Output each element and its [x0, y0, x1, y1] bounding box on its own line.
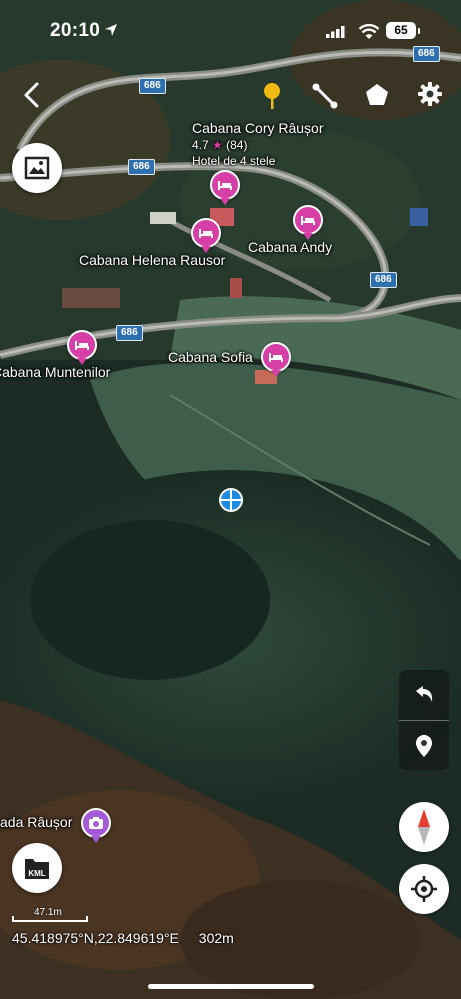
- altitude: 302m: [198, 930, 234, 946]
- back-chevron-icon[interactable]: [22, 82, 42, 108]
- poi-label-muntenilor[interactable]: Cabana Muntenilor: [0, 364, 110, 380]
- wifi-icon: [358, 24, 380, 39]
- camera-icon: [89, 817, 103, 829]
- bed-icon: [75, 341, 89, 350]
- location-arrow-icon: [105, 24, 117, 36]
- yellow-pin-icon[interactable]: [262, 82, 282, 110]
- compass-button[interactable]: [399, 802, 449, 852]
- poi-rating-value: 4.7: [192, 138, 209, 152]
- hotel-pin-cory[interactable]: [210, 170, 240, 205]
- poi-label-rausor[interactable]: ada Râușor: [0, 814, 72, 830]
- poi-label-sofia[interactable]: Cabana Sofia: [168, 349, 253, 365]
- bed-icon: [199, 229, 213, 238]
- scale-bar-line: [12, 916, 88, 922]
- waterfall-pin-rausor[interactable]: [81, 808, 111, 843]
- compass-icon: [418, 809, 430, 845]
- kml-label: KML: [28, 869, 45, 878]
- undo-icon: [416, 686, 433, 702]
- poi-label-andy[interactable]: Cabana Andy: [248, 239, 332, 255]
- poi-category: Hotel de 4 stele: [192, 154, 276, 168]
- image-icon: [24, 156, 50, 180]
- poi-label-helena[interactable]: Cabana Helena Rausor: [79, 252, 225, 268]
- gear-icon[interactable]: [417, 81, 443, 107]
- locate-me-button[interactable]: [399, 864, 449, 914]
- folder-icon: KML: [25, 859, 49, 879]
- location-pin-button[interactable]: [399, 722, 449, 770]
- crosshair-icon: [411, 876, 437, 902]
- coordinates-readout: 45.418975°N,22.849619°E 302m: [12, 930, 234, 946]
- bed-icon: [269, 353, 283, 362]
- road-badge: 686: [139, 78, 166, 94]
- poi-review-count: (84): [226, 138, 248, 152]
- hotel-pin-muntenilor[interactable]: [67, 330, 97, 365]
- poi-label-cory[interactable]: Cabana Cory Râușor: [192, 120, 324, 136]
- image-overlay-button[interactable]: [12, 143, 62, 193]
- cellular-signal-icon: [326, 26, 345, 38]
- star-icon: ★: [212, 138, 223, 152]
- side-control-panel: [399, 670, 449, 770]
- scale-bar: 47.1m: [12, 907, 88, 922]
- battery-indicator: 65: [386, 22, 420, 39]
- path-icon[interactable]: [311, 82, 339, 110]
- road-badge: 686: [413, 46, 440, 62]
- status-bar: 20:10 65: [0, 18, 461, 48]
- current-location-marker: [219, 488, 243, 512]
- undo-button[interactable]: [399, 670, 449, 718]
- road-badge: 686: [128, 159, 155, 175]
- status-time: 20:10: [50, 20, 101, 41]
- poi-rating: 4.7 ★ (84): [192, 138, 247, 152]
- location-pin-icon: [416, 735, 432, 757]
- hotel-pin-helena[interactable]: [191, 218, 221, 253]
- bed-icon: [218, 181, 232, 190]
- coordinates: 45.418975°N,22.849619°E: [12, 930, 179, 946]
- divider: [399, 720, 449, 721]
- hotel-pin-andy[interactable]: [293, 205, 323, 240]
- hotel-pin-sofia[interactable]: [261, 342, 291, 377]
- home-indicator[interactable]: [148, 984, 314, 989]
- kml-import-button[interactable]: KML: [12, 843, 62, 893]
- bed-icon: [301, 216, 315, 225]
- polygon-icon[interactable]: [364, 82, 390, 108]
- road-badge: 686: [370, 272, 397, 288]
- road-badge: 686: [116, 325, 143, 341]
